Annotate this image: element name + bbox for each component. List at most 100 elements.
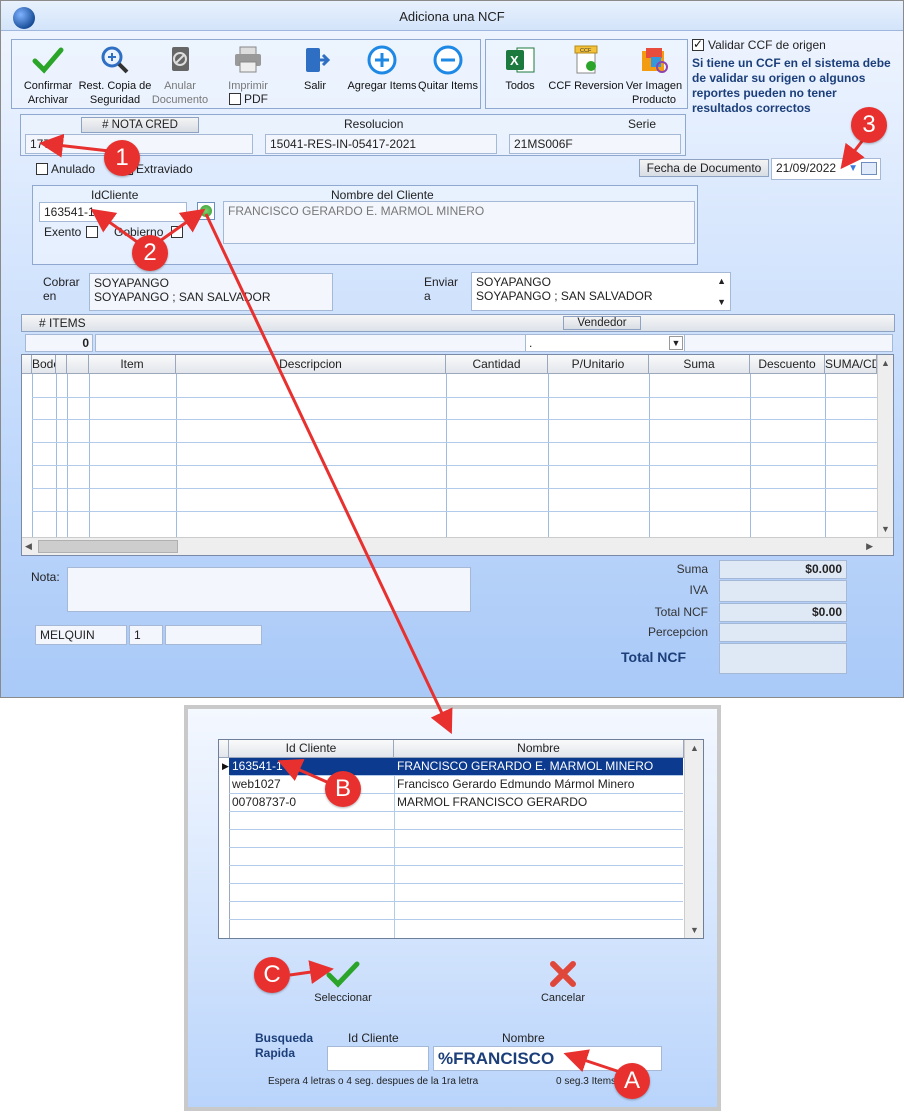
calendar-icon[interactable]	[861, 162, 877, 175]
grid-vline	[56, 374, 57, 537]
col-suma[interactable]: Suma	[649, 355, 750, 374]
validate-ccf-checkbox[interactable]	[692, 37, 704, 51]
items-count-label: # ITEMS	[39, 316, 86, 330]
scroll-left-icon[interactable]: ◀	[25, 541, 32, 552]
exit-door-icon	[306, 48, 331, 72]
client-results-grid[interactable]: Id Cliente Nombre ▶ 163541-1 FRANCISCO G…	[218, 739, 704, 939]
grid-vline	[750, 374, 751, 537]
nombre-cliente-label: Nombre del Cliente	[331, 188, 434, 202]
percepcion-value	[719, 623, 847, 642]
view-image-label: Ver Imagen Producto	[625, 80, 683, 106]
fecha-documento-picker[interactable]: 21/09/2022 ▼	[771, 158, 881, 180]
grid-row-indicator	[22, 355, 32, 374]
id-cliente-field[interactable]: 163541-1	[39, 202, 187, 222]
resolucion-field[interactable]: 15041-RES-IN-05417-2021	[265, 134, 497, 154]
vendedor-row	[95, 334, 893, 352]
scroll-right-icon[interactable]: ▶	[866, 541, 873, 552]
scroll-up-icon[interactable]: ▲	[881, 358, 890, 368]
enviar-line1: SOYAPANGO	[476, 275, 551, 289]
col-suma-cd[interactable]: SUMA/CD	[825, 355, 877, 374]
printer-icon	[235, 46, 261, 73]
col-punitario[interactable]: P/Unitario	[548, 355, 649, 374]
result-id: web1027	[232, 777, 281, 791]
grid-horizontal-scrollbar[interactable]: ◀ ▶	[22, 537, 893, 555]
scroll-thumb[interactable]	[38, 540, 178, 553]
remove-items-button[interactable]: Quitar Items	[409, 45, 487, 93]
scroll-up-icon[interactable]: ▲	[690, 743, 699, 753]
cobrar-en-field[interactable]: SOYAPANGO SOYAPANGO ; SAN SALVADOR	[89, 273, 333, 311]
result-name: MARMOL FRANCISCO GERARDO	[397, 795, 588, 809]
checkmark-icon	[326, 961, 360, 988]
row-indicator-header	[219, 740, 229, 758]
anulado-label: Anulado	[51, 162, 96, 176]
annotation-badge-3: 3	[851, 107, 887, 143]
select-label: Seleccionar	[314, 992, 372, 1004]
title-bar: Adiciona una NCF	[1, 1, 903, 31]
scroll-down-icon[interactable]: ▼	[881, 524, 890, 534]
svg-text:X: X	[510, 53, 519, 68]
checkmark-icon	[32, 47, 64, 74]
nombre-cliente-field[interactable]: FRANCISCO GERARDO E. MARMOL MINERO	[223, 201, 695, 244]
ccf-icon-text: CCF	[580, 48, 592, 54]
close-x-icon	[550, 961, 576, 987]
grid-hline	[32, 397, 877, 398]
results-scrollbar[interactable]: ▲ ▼	[684, 740, 703, 938]
chevron-down-icon[interactable]: ▼	[669, 336, 683, 350]
gobierno-checkbox[interactable]	[171, 226, 183, 238]
resolucion-label: Resolucion	[344, 117, 404, 131]
vendedor-select[interactable]: . ▼	[525, 334, 685, 352]
scroll-up-icon[interactable]: ▲	[717, 274, 726, 288]
pdf-checkbox[interactable]	[229, 93, 241, 105]
exento-checkbox[interactable]	[86, 226, 98, 238]
col-cantidad[interactable]: Cantidad	[446, 355, 548, 374]
cancel-button[interactable]: Cancelar	[518, 959, 608, 1004]
grid-vline	[446, 374, 447, 537]
result-row[interactable]: 00708737-0 MARMOL FRANCISCO GERARDO	[229, 794, 683, 812]
anulado-checkbox[interactable]	[36, 163, 48, 175]
grand-total-value	[719, 643, 847, 674]
lookup-client-button[interactable]	[197, 202, 215, 220]
grid-vertical-scrollbar[interactable]: ▲ ▼	[877, 355, 893, 537]
grid-hline	[32, 511, 877, 512]
result-row-selected[interactable]: ▶ 163541-1 FRANCISCO GERARDO E. MARMOL M…	[222, 758, 683, 776]
search-id-input[interactable]	[327, 1046, 429, 1071]
result-id: 00708737-0	[232, 795, 297, 809]
col-id-cliente[interactable]: Id Cliente	[229, 740, 394, 758]
client-search-dialog: Id Cliente Nombre ▶ 163541-1 FRANCISCO G…	[184, 705, 721, 1111]
user-field: MELQUIN	[35, 625, 127, 645]
main-window: Adiciona una NCF Confirmar Archivar Rest…	[0, 0, 904, 698]
scroll-down-icon[interactable]: ▼	[717, 295, 726, 309]
view-image-button[interactable]: Ver Imagen Producto	[615, 45, 693, 107]
cobrar-line1: SOYAPANGO	[94, 276, 169, 290]
void-document-button[interactable]: Anular Documento	[141, 45, 219, 107]
validate-ccf-label: Validar CCF de origen	[708, 38, 826, 52]
grid-hline	[32, 465, 877, 466]
col-bodega[interactable]: Bodega	[32, 355, 56, 374]
grid-vline	[32, 374, 33, 537]
select-button[interactable]: Seleccionar	[298, 959, 388, 1004]
items-bar	[21, 314, 895, 332]
nota-cred-field[interactable]: 177	[25, 134, 253, 154]
dropdown-arrow-icon[interactable]: ▼	[848, 163, 858, 174]
items-grid[interactable]: Bodega Item Descripcion Cantidad P/Unita…	[21, 354, 894, 556]
result-row[interactable]: web1027 Francisco Gerardo Edmundo Mármol…	[229, 776, 683, 794]
total-ncf-label: Total NCF	[654, 605, 708, 619]
add-items-label: Agregar Items	[347, 80, 417, 92]
col-descuento[interactable]: Descuento	[750, 355, 825, 374]
col-descripcion[interactable]: Descripcion	[176, 355, 446, 374]
search-status: 0 seg.3 Items	[556, 1076, 617, 1087]
enviar-a-field[interactable]: SOYAPANGO SOYAPANGO ; SAN SALVADOR ▲ ▼	[471, 272, 731, 311]
col-item[interactable]: Item	[89, 355, 176, 374]
empty-row	[229, 848, 683, 866]
total-ncf-value: $0.00	[719, 603, 847, 622]
grand-total-label: Total NCF	[621, 649, 687, 665]
nota-field[interactable]	[67, 567, 471, 612]
grid-vline	[176, 374, 177, 537]
ccf-reversion-button[interactable]: CCF CCF Reversion	[547, 45, 625, 93]
suma-value: $0.000	[719, 560, 847, 579]
grid-vline	[548, 374, 549, 537]
serie-field[interactable]: 21MS006F	[509, 134, 681, 154]
col-nombre[interactable]: Nombre	[394, 740, 684, 758]
print-label: Imprimir	[228, 80, 268, 92]
scroll-down-icon[interactable]: ▼	[690, 925, 699, 935]
